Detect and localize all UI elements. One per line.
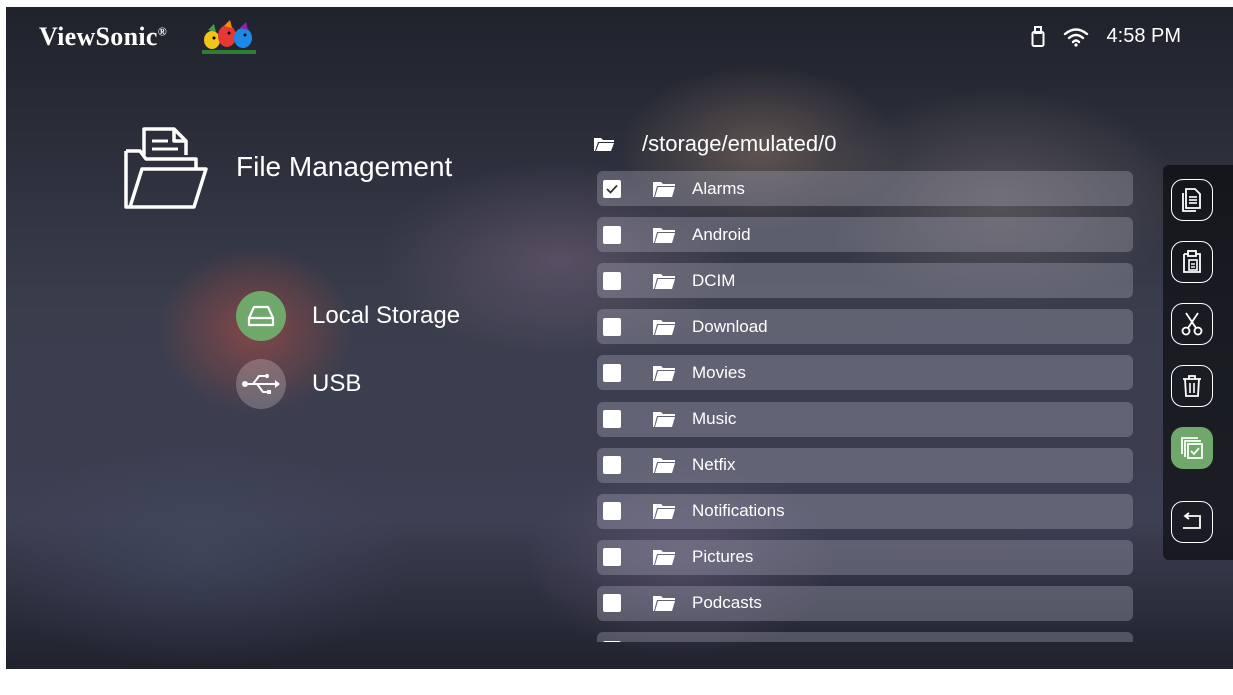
hard-drive-icon xyxy=(236,291,286,341)
birds-logo-icon xyxy=(202,20,256,54)
cut-button[interactable] xyxy=(1171,303,1213,345)
file-checkbox[interactable] xyxy=(603,502,621,521)
file-list[interactable]: Alarms Android DCIM Download Movies Music Netf… xyxy=(597,170,1133,642)
select-all-icon xyxy=(1181,437,1203,459)
file-name: Notifications xyxy=(692,501,785,521)
file-row[interactable]: Podcasts xyxy=(597,585,1133,621)
file-checkbox[interactable] xyxy=(603,271,621,290)
page-title: File Management xyxy=(236,151,453,182)
file-name: Podcasts xyxy=(692,593,762,613)
file-checkbox[interactable] xyxy=(603,363,621,382)
file-checkbox[interactable] xyxy=(603,317,621,336)
cut-icon xyxy=(1181,312,1203,336)
file-name: Netfix xyxy=(692,455,736,475)
frame-border-bottom xyxy=(0,669,1233,695)
delete-icon xyxy=(1183,375,1201,397)
file-row[interactable]: Alarms xyxy=(597,171,1133,206)
file-row[interactable] xyxy=(597,632,1133,642)
brand-logo: ViewSonic® xyxy=(39,22,167,52)
file-row[interactable]: Pictures xyxy=(597,539,1133,575)
status-time: 4:58 PM xyxy=(1106,25,1181,47)
file-checkbox[interactable] xyxy=(603,225,621,244)
folder-icon xyxy=(653,458,675,474)
status-bar: 4:58 PM xyxy=(1031,25,1181,48)
folder-icon xyxy=(653,227,675,243)
delete-button[interactable] xyxy=(1171,365,1213,407)
file-row[interactable]: Music xyxy=(597,401,1133,437)
file-checkbox[interactable] xyxy=(603,179,621,198)
brand-name: ViewSonic xyxy=(39,22,158,51)
file-name: Music xyxy=(692,409,737,428)
usb-icon xyxy=(236,359,286,409)
usb-drive-icon xyxy=(1031,25,1045,48)
frame-border-left xyxy=(0,0,6,695)
file-row[interactable]: Movies xyxy=(597,355,1133,391)
file-name: Download xyxy=(692,316,768,336)
folder-icon xyxy=(653,642,675,643)
paste-button[interactable] xyxy=(1171,241,1213,283)
folder-icon xyxy=(653,504,675,520)
folder-icon xyxy=(653,319,675,335)
folder-icon xyxy=(653,365,675,381)
file-name: DCIM xyxy=(692,270,736,290)
file-row[interactable]: Netfix xyxy=(597,447,1133,483)
file-checkbox[interactable] xyxy=(603,456,621,475)
folder-icon xyxy=(653,273,675,289)
folder-icon xyxy=(594,138,614,151)
folder-icon xyxy=(653,412,675,427)
file-name: Movies xyxy=(692,362,746,382)
file-name: Alarms xyxy=(692,178,745,198)
file-folder-icon xyxy=(124,127,208,209)
file-row[interactable]: Download xyxy=(597,309,1133,345)
copy-icon xyxy=(1182,188,1201,212)
current-path: /storage/emulated/0 xyxy=(642,131,837,156)
file-name: Android xyxy=(692,224,751,244)
frame-border-top xyxy=(0,0,1233,7)
brand-mark: ® xyxy=(157,24,168,39)
select-all-button[interactable] xyxy=(1171,427,1213,469)
back-icon xyxy=(1183,512,1201,529)
breadcrumb: /storage/emulated/0 xyxy=(594,131,836,157)
file-row[interactable]: DCIM xyxy=(597,263,1133,299)
back-button[interactable] xyxy=(1171,501,1213,543)
source-label: USB xyxy=(312,370,362,397)
file-row[interactable]: Android xyxy=(597,217,1133,253)
file-checkbox[interactable] xyxy=(603,548,621,567)
source-usb[interactable]: USB xyxy=(236,359,361,409)
file-row[interactable]: Notifications xyxy=(597,493,1133,529)
file-name: Pictures xyxy=(692,547,754,567)
action-toolbar xyxy=(1163,165,1233,560)
source-local-storage[interactable]: Local Storage xyxy=(236,291,460,341)
folder-icon xyxy=(653,596,675,612)
source-label: Local Storage xyxy=(312,302,461,329)
file-checkbox[interactable] xyxy=(603,410,621,428)
copy-button[interactable] xyxy=(1171,179,1213,221)
paste-icon xyxy=(1183,250,1201,273)
folder-icon xyxy=(653,550,675,566)
folder-icon xyxy=(653,181,675,197)
wifi-icon xyxy=(1063,27,1089,47)
file-checkbox[interactable] xyxy=(603,640,621,642)
file-checkbox[interactable] xyxy=(603,594,621,613)
